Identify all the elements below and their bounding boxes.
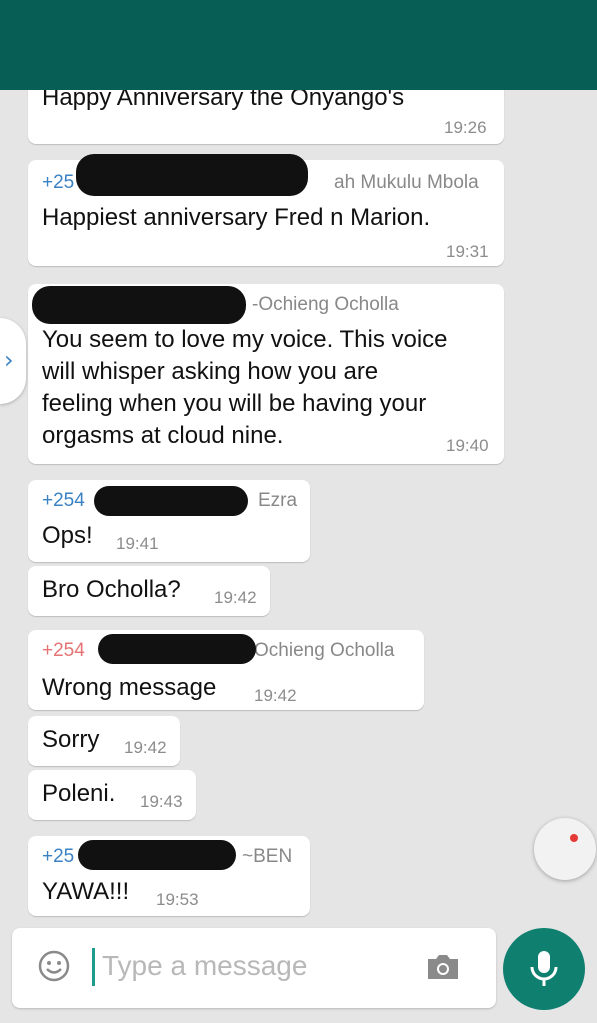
redaction <box>76 154 308 196</box>
sender-name[interactable]: Ezra <box>258 490 297 512</box>
message-time: 19:43 <box>140 792 183 811</box>
redaction <box>98 634 256 664</box>
microphone-button[interactable] <box>503 928 585 1010</box>
text-cursor <box>92 948 95 986</box>
back-arrow-icon[interactable] <box>12 26 42 62</box>
message-text: Bro Ocholla? <box>42 576 181 603</box>
message-text: Ops! <box>42 522 93 549</box>
sender-name[interactable]: ~BEN <box>242 846 292 868</box>
message-bubble[interactable]: Bro Ocholla? 19:42 <box>28 566 270 616</box>
sender-phone[interactable]: +25 <box>42 172 74 194</box>
message-time: 19:42 <box>214 588 257 607</box>
redaction <box>94 486 248 516</box>
record-dot-icon <box>570 834 578 842</box>
message-time: 19:42 <box>124 738 167 757</box>
sender-name[interactable]: Ochieng Ocholla <box>254 640 394 662</box>
message-text: Happiest anniversary Fred n Marion. <box>42 204 431 231</box>
group-title[interactable]: Embakasi Prayercell <box>118 10 373 42</box>
message-bubble[interactable]: Happy Anniversary the Onyango's 19:26 <box>28 72 504 144</box>
message-time: 19:26 <box>444 118 487 137</box>
message-text: orgasms at cloud nine. <box>42 422 284 449</box>
message-text: You seem to love my voice. This voice <box>42 326 448 353</box>
redaction <box>32 286 246 324</box>
camera-icon[interactable] <box>424 950 462 984</box>
message-text: Happy Anniversary the Onyango's <box>42 84 405 111</box>
group-members[interactable]: Betty, Nancy, Nancy, +2 <box>118 52 318 74</box>
floating-record-button[interactable] <box>534 818 596 880</box>
message-time: 19:53 <box>156 890 199 909</box>
message-composer: Type a message <box>12 928 496 1008</box>
members-ellipsis: ... <box>508 54 524 73</box>
message-text: Poleni. <box>42 780 116 807</box>
message-time: 19:40 <box>446 436 489 455</box>
message-text: will whisper asking how you are <box>42 358 379 385</box>
message-time: 19:41 <box>116 534 159 553</box>
message-bubble[interactable]: Poleni. 19:43 <box>28 770 196 820</box>
paperclip-icon[interactable] <box>538 24 578 64</box>
microphone-icon <box>530 951 558 986</box>
sender-name[interactable]: ah Mukulu Mbola <box>334 172 479 194</box>
chevron-right-icon: › <box>4 346 14 374</box>
side-drawer-tab[interactable]: › <box>0 318 26 404</box>
sender-phone[interactable]: +25 <box>42 846 74 868</box>
emoji-icon[interactable] <box>36 948 72 984</box>
message-text: YAWA!!! <box>42 878 130 905</box>
message-text: feeling when you will be having your <box>42 390 427 417</box>
message-input[interactable]: Type a message <box>102 950 307 982</box>
redaction <box>78 840 236 870</box>
message-time: 19:31 <box>446 242 489 261</box>
message-bubble[interactable]: Sorry 19:42 <box>28 716 180 766</box>
message-time: 19:42 <box>254 686 297 705</box>
sender-phone[interactable]: +254 <box>42 490 85 512</box>
group-avatar[interactable] <box>52 14 108 70</box>
sender-phone[interactable]: +254 <box>42 640 85 662</box>
message-text: Sorry <box>42 726 100 753</box>
sender-name[interactable]: -Ochieng Ocholla <box>252 294 399 316</box>
members-text: Betty, Nancy, Nancy, +2 <box>118 52 319 73</box>
message-text: Wrong message <box>42 674 217 701</box>
